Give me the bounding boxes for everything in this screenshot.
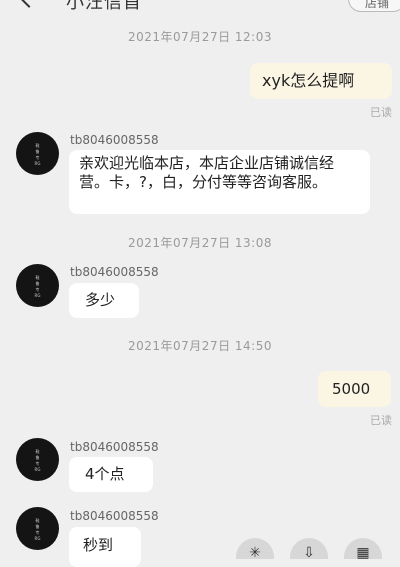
- shop-button[interactable]: 店铺: [348, 0, 400, 12]
- incoming-message[interactable]: 亲欢迎光临本店，本店企业店铺诚信经营。卡，?，白，分付等等咨询客服。: [69, 150, 370, 214]
- back-icon[interactable]: [19, 0, 39, 8]
- chat-title: 小汪信首: [66, 0, 142, 13]
- download-icon[interactable]: ⇩: [290, 538, 328, 559]
- incoming-message[interactable]: 多少: [69, 283, 139, 318]
- sparkle-icon[interactable]: ✳: [236, 538, 274, 559]
- top-bar: 小汪信首 店铺: [0, 0, 400, 18]
- read-receipt: 已读: [370, 106, 392, 119]
- grid-icon[interactable]: ▦: [344, 538, 382, 559]
- bottom-action-bar: ✳ ⇩ ▦: [0, 534, 400, 559]
- avatar[interactable]: 鞋 鲁 专 RG: [16, 132, 59, 175]
- read-receipt: 已读: [370, 414, 392, 427]
- sender-name: tb8046008558: [70, 440, 159, 454]
- sender-name: tb8046008558: [70, 265, 159, 279]
- timestamp: 2021年07月27日 14:50: [128, 339, 272, 353]
- timestamp: 2021年07月27日 12:03: [128, 30, 272, 44]
- avatar[interactable]: 鞋 鲁 专 RG: [16, 264, 59, 307]
- incoming-message[interactable]: 4个点: [69, 457, 153, 492]
- outgoing-message[interactable]: xyk怎么提啊: [250, 63, 392, 99]
- avatar[interactable]: 鞋 鲁 专 RG: [16, 438, 59, 481]
- outgoing-message[interactable]: 5000: [318, 371, 391, 407]
- timestamp: 2021年07月27日 13:08: [128, 236, 272, 250]
- sender-name: tb8046008558: [70, 509, 159, 523]
- sender-name: tb8046008558: [70, 133, 159, 147]
